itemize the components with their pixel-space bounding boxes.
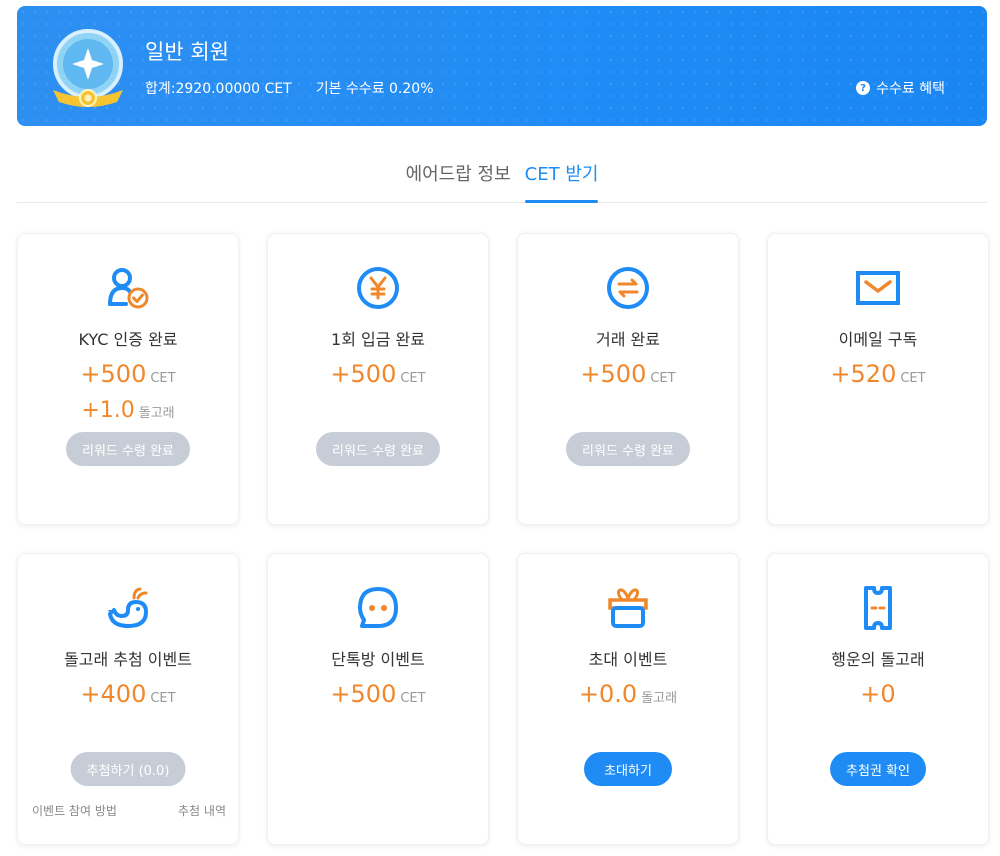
reward-dolphin: +1.0 돌고래 — [81, 398, 175, 423]
reward-value: +0 — [860, 680, 896, 708]
task-title: 행운의 돌고래 — [831, 650, 925, 669]
card-footer-links: 이벤트 참여 방법 추첨 내역 — [32, 802, 226, 819]
task-title: 단톡방 이벤트 — [331, 650, 425, 669]
fee-benefit-label: 수수료 혜택 — [876, 81, 945, 97]
task-title: 1회 입금 완료 — [331, 330, 425, 349]
membership-level: 일반 회원 — [145, 40, 229, 64]
task-title: 이메일 구독 — [838, 330, 918, 349]
task-title: 돌고래 추첨 이벤트 — [64, 650, 192, 669]
task-title: KYC 인증 완료 — [78, 330, 178, 349]
tab-airdrop-info[interactable]: 에어드랍 정보 — [406, 150, 511, 202]
task-card-lucky-whale: 행운의 돌고래 +0 추첨권 확인 — [767, 553, 989, 845]
task-card-email: 이메일 구독 +520 CET — [767, 233, 989, 525]
invite-button[interactable]: 초대하기 — [584, 752, 672, 786]
tab-bar: 에어드랍 정보 CET 받기 — [17, 150, 987, 203]
base-fee: 기본 수수료 0.20% — [315, 81, 434, 97]
membership-banner: 일반 회원 합계:2920.00000 CET 기본 수수료 0.20% ? 수… — [17, 6, 987, 126]
reward-cet: +500 CET — [80, 360, 176, 388]
reward-cet: +400 CET — [80, 680, 176, 708]
how-to-participate-link[interactable]: 이벤트 참여 방법 — [32, 802, 117, 819]
reward-cet: +500 CET — [580, 360, 676, 388]
reward-cet: +500 CET — [330, 360, 426, 388]
question-icon: ? — [856, 81, 871, 95]
draw-history-link[interactable]: 추첨 내역 — [178, 802, 226, 819]
task-card-whale-draw: 돌고래 추첨 이벤트 +400 CET 추첨하기 (0.0) 이벤트 참여 방법 … — [17, 553, 239, 845]
reward-claimed-button[interactable]: 리워드 수령 완료 — [316, 432, 440, 466]
tab-get-cet[interactable]: CET 받기 — [524, 150, 598, 203]
membership-stats: 합계:2920.00000 CET 기본 수수료 0.20% — [145, 78, 434, 98]
task-card-kyc: KYC 인증 완료 +500 CET +1.0 돌고래 리워드 수령 완료 — [17, 233, 239, 525]
task-title: 거래 완료 — [596, 330, 660, 349]
ticket-icon — [864, 586, 892, 630]
reward-dolphin: +0.0 돌고래 — [578, 680, 678, 708]
envelope-icon — [856, 271, 900, 305]
reward-cet: +520 CET — [830, 360, 926, 388]
task-card-trade: 거래 완료 +500 CET 리워드 수령 완료 — [517, 233, 739, 525]
task-card-group-chat: 단톡방 이벤트 +500 CET — [267, 553, 489, 845]
reward-cet: +500 CET — [330, 680, 426, 708]
user-verified-icon — [108, 268, 149, 309]
cet-total: 합계:2920.00000 CET — [145, 81, 292, 97]
yen-coin-icon — [357, 267, 399, 309]
gift-icon — [608, 588, 648, 628]
fee-benefit-link[interactable]: ? 수수료 혜택 — [856, 78, 945, 98]
chat-bubble-icon — [358, 587, 398, 628]
draw-button[interactable]: 추첨하기 (0.0) — [70, 752, 186, 786]
reward-claimed-button[interactable]: 리워드 수령 완료 — [566, 432, 690, 466]
reward-claimed-button[interactable]: 리워드 수령 완료 — [66, 432, 190, 466]
member-badge-icon — [53, 29, 123, 107]
task-card-first-deposit: 1회 입금 완료 +500 CET 리워드 수령 완료 — [267, 233, 489, 525]
whale-icon — [108, 587, 149, 629]
exchange-icon — [607, 267, 649, 309]
check-tickets-button[interactable]: 추첨권 확인 — [830, 752, 926, 786]
task-title: 초대 이벤트 — [588, 650, 668, 669]
task-card-invite: 초대 이벤트 +0.0 돌고래 초대하기 — [517, 553, 739, 845]
